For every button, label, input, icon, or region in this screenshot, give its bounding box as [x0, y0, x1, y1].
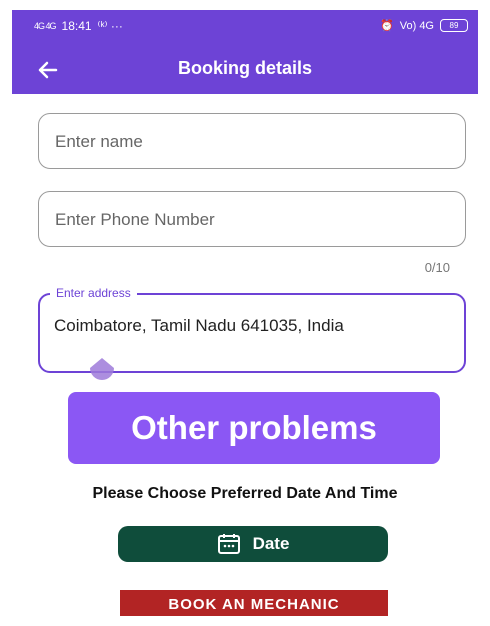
phone-char-counter: 0/10 [424, 260, 450, 275]
other-problems-button[interactable]: Other problems [68, 392, 440, 464]
battery-icon: 89 [440, 19, 468, 32]
date-button[interactable]: Date [118, 526, 388, 562]
address-value: Coimbatore, Tamil Nadu 641035, India [54, 316, 344, 335]
book-mechanic-button[interactable]: BOOK AN MECHANIC [120, 590, 388, 616]
app-screen: 4G 4G 18:41 ⁽ᵏ⁾ ··· ⏰ Vo) 4G 89 Booking … [12, 10, 478, 616]
network-icon: Vo) 4G [399, 19, 434, 32]
phone-placeholder: Enter Phone Number [55, 210, 215, 229]
date-time-prompt: Please Choose Preferred Date And Time [92, 485, 398, 502]
date-button-label: Date [252, 534, 290, 553]
signal-icon: 4G 4G [34, 21, 56, 31]
status-extra: ⁽ᵏ⁾ ··· [97, 19, 123, 33]
page-title: Booking details [177, 58, 312, 78]
alarm-icon: ⏰ [380, 20, 394, 32]
status-bar: 4G 4G 18:41 ⁽ᵏ⁾ ··· ⏰ Vo) 4G 89 [12, 10, 478, 44]
text-cursor-handle[interactable] [88, 358, 116, 380]
calendar-icon [217, 534, 240, 554]
phone-input[interactable]: Enter Phone Number [38, 191, 466, 247]
name-placeholder: Enter name [55, 132, 143, 151]
name-input[interactable]: Enter name [38, 113, 466, 169]
app-bar: Booking details [12, 44, 478, 94]
address-label: Enter address [50, 286, 137, 300]
status-time: 18:41 [61, 19, 92, 33]
